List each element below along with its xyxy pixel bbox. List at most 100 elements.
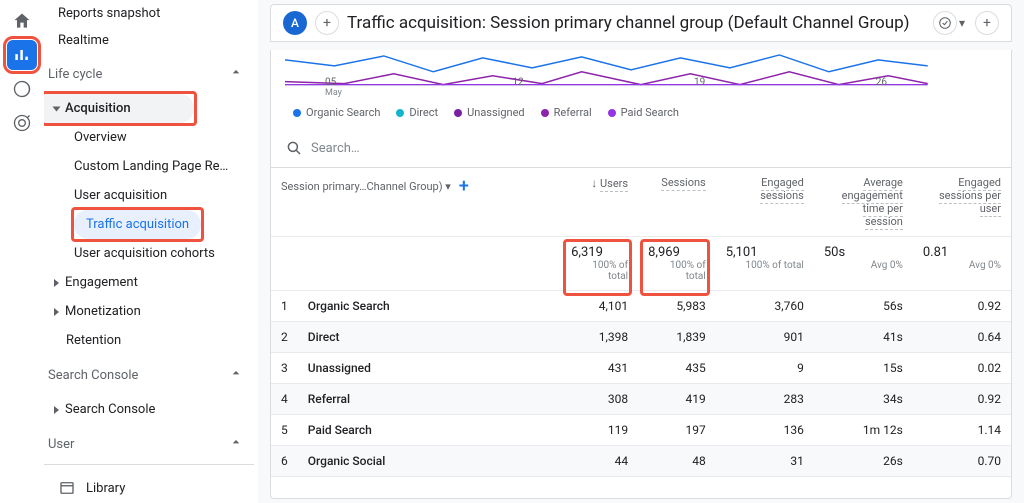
sidebar-item-engagement[interactable]: Engagement bbox=[44, 268, 254, 297]
sidebar-item-custom-landing[interactable]: Custom Landing Page Rep… bbox=[44, 152, 254, 181]
cell-engaged: 3,760 bbox=[716, 291, 814, 322]
report-body: 05May 12 19 26 Organic Search Direct Una… bbox=[270, 50, 1012, 499]
total-users: 6,319 bbox=[571, 245, 603, 260]
col-header-engaged[interactable]: Engaged sessions bbox=[716, 168, 814, 237]
legend-item[interactable]: Organic Search bbox=[293, 106, 380, 119]
row-index: 1 bbox=[271, 291, 298, 322]
total-eng-per: 0.81 bbox=[923, 245, 948, 260]
cell-sessions: 419 bbox=[638, 384, 716, 415]
cell-engaged: 136 bbox=[716, 415, 814, 446]
col-header-users[interactable]: ↓ Users bbox=[561, 168, 638, 237]
table-row[interactable]: 6Organic Social44483126s0.70 bbox=[271, 446, 1011, 477]
sidebar-item-traffic-acquisition[interactable]: Traffic acquisition bbox=[74, 210, 201, 239]
acquisition-table: Session primary…Channel Group) ▾ + ↓ Use… bbox=[271, 168, 1011, 498]
add-comparison-button[interactable]: + bbox=[315, 11, 339, 35]
totals-row: 6,319100% of total 8,969100% of total 5,… bbox=[271, 237, 1011, 291]
legend-item[interactable]: Direct bbox=[396, 106, 438, 119]
sidebar-item-user-acq-cohorts[interactable]: User acquisition cohorts bbox=[44, 239, 254, 268]
icon-rail bbox=[0, 0, 44, 503]
legend-dot-icon bbox=[293, 109, 301, 117]
cell-sessions: 197 bbox=[638, 415, 716, 446]
cell-avg: 15s bbox=[814, 353, 913, 384]
cell-sessions: 5,983 bbox=[638, 291, 716, 322]
table-row[interactable]: 5Paid Search1191971361m 12s1.14 bbox=[271, 415, 1011, 446]
table-row[interactable]: 1Organic Search4,1015,9833,76056s0.92 bbox=[271, 291, 1011, 322]
row-index: 5 bbox=[271, 415, 298, 446]
cell-eng-per: 1.14 bbox=[913, 415, 1011, 446]
advertising-icon[interactable] bbox=[7, 108, 37, 138]
table-row[interactable]: 2Direct1,3981,83990141s0.64 bbox=[271, 322, 1011, 353]
sidebar-item-user-acquisition[interactable]: User acquisition bbox=[44, 181, 254, 210]
row-index: 6 bbox=[271, 446, 298, 477]
trend-chart[interactable]: 05May 12 19 26 bbox=[285, 52, 997, 98]
cell-sessions: 435 bbox=[638, 353, 716, 384]
report-header: A + Traffic acquisition: Session primary… bbox=[270, 4, 1012, 42]
caret-right-icon bbox=[54, 406, 59, 414]
sidebar-item-label: Acquisition bbox=[65, 101, 131, 116]
cell-eng-per: 0.64 bbox=[913, 322, 1011, 353]
cell-avg: 1m 12s bbox=[814, 415, 913, 446]
cell-avg: 41s bbox=[814, 322, 913, 353]
legend-dot-icon bbox=[396, 109, 404, 117]
row-dimension: Referral bbox=[298, 384, 561, 415]
cell-sessions: 1,839 bbox=[638, 322, 716, 353]
legend-item[interactable]: Paid Search bbox=[608, 106, 679, 119]
home-icon[interactable] bbox=[7, 6, 37, 36]
library-button[interactable]: Library bbox=[44, 464, 254, 503]
table-row[interactable]: 3Unassigned431435915s0.02 bbox=[271, 353, 1011, 384]
row-dimension: Unassigned bbox=[298, 353, 561, 384]
sidebar-item-reports-snapshot[interactable]: Reports snapshot bbox=[58, 0, 254, 27]
cell-users: 44 bbox=[561, 446, 638, 477]
account-chip[interactable]: A bbox=[283, 11, 307, 35]
caret-right-icon bbox=[54, 279, 59, 287]
cell-users: 308 bbox=[561, 384, 638, 415]
dimension-picker[interactable]: Session primary…Channel Group) ▾ bbox=[281, 180, 451, 193]
reports-sidebar: Reports snapshot Realtime Life cycle Acq… bbox=[44, 0, 258, 503]
chevron-up-icon bbox=[228, 64, 244, 84]
chevron-up-icon bbox=[228, 434, 244, 454]
report-title: Traffic acquisition: Session primary cha… bbox=[347, 13, 925, 33]
cell-engaged: 9 bbox=[716, 353, 814, 384]
customize-button[interactable] bbox=[933, 11, 957, 35]
legend-item[interactable]: Unassigned bbox=[454, 106, 525, 119]
cell-sessions: 48 bbox=[638, 446, 716, 477]
col-header-avg-time[interactable]: Average engagement time per session bbox=[814, 168, 913, 237]
chevron-up-icon bbox=[228, 365, 244, 385]
cell-engaged: 901 bbox=[716, 322, 814, 353]
dropdown-caret-icon[interactable]: ▾ bbox=[959, 16, 965, 30]
cell-users: 119 bbox=[561, 415, 638, 446]
sidebar-item-retention[interactable]: Retention bbox=[44, 326, 254, 355]
caret-right-icon bbox=[54, 308, 59, 316]
row-index: 4 bbox=[271, 384, 298, 415]
col-header-eng-per-user[interactable]: Engaged sessions per user bbox=[913, 168, 1011, 237]
row-dimension: Paid Search bbox=[298, 415, 561, 446]
cell-eng-per: 0.92 bbox=[913, 384, 1011, 415]
legend-item[interactable]: Referral bbox=[541, 106, 592, 119]
reports-icon[interactable] bbox=[7, 40, 37, 70]
table-search[interactable]: Search… bbox=[271, 129, 1011, 168]
add-dimension-button[interactable]: + bbox=[459, 176, 469, 197]
row-dimension: Direct bbox=[298, 322, 561, 353]
section-user[interactable]: User bbox=[44, 424, 254, 464]
explore-icon[interactable] bbox=[7, 74, 37, 104]
sort-desc-icon: ↓ bbox=[591, 176, 597, 190]
section-search-console[interactable]: Search Console bbox=[44, 355, 254, 395]
cell-eng-per: 0.92 bbox=[913, 291, 1011, 322]
sidebar-item-realtime[interactable]: Realtime bbox=[58, 27, 254, 54]
sidebar-item-monetization[interactable]: Monetization bbox=[44, 297, 254, 326]
sidebar-item-search-console[interactable]: Search Console bbox=[44, 395, 254, 424]
section-life-cycle[interactable]: Life cycle bbox=[44, 54, 254, 94]
sidebar-item-overview[interactable]: Overview bbox=[44, 123, 254, 152]
table-row[interactable]: 4Referral30841928334s0.92 bbox=[271, 384, 1011, 415]
cell-eng-per: 0.70 bbox=[913, 446, 1011, 477]
total-engaged: 5,101 bbox=[726, 245, 758, 260]
main-panel: A + Traffic acquisition: Session primary… bbox=[258, 0, 1024, 503]
add-card-button[interactable]: + bbox=[975, 11, 999, 35]
total-avg: 50s bbox=[824, 245, 845, 260]
cell-avg: 26s bbox=[814, 446, 913, 477]
col-header-sessions[interactable]: Sessions bbox=[638, 168, 716, 237]
cell-users: 431 bbox=[561, 353, 638, 384]
chart-legend: Organic Search Direct Unassigned Referra… bbox=[271, 102, 1011, 129]
sidebar-item-acquisition[interactable]: Acquisition bbox=[44, 94, 194, 123]
cell-engaged: 31 bbox=[716, 446, 814, 477]
